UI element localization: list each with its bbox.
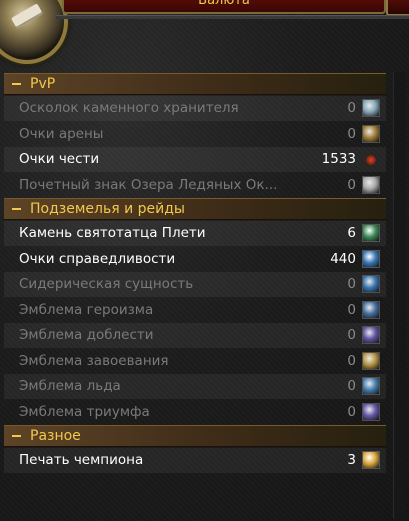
section-label: Разное xyxy=(30,428,81,444)
section-header[interactable]: PvP xyxy=(4,73,386,95)
currency-name: Почетный знак Озера Ледяных Ок... xyxy=(19,176,278,193)
currency-name: Камень святотатца Плети xyxy=(19,225,206,241)
wintergrasp-mark-icon xyxy=(362,175,380,194)
honor-points-icon xyxy=(366,155,376,165)
close-button[interactable] xyxy=(386,0,409,16)
emblem-of-conquest-icon xyxy=(362,351,380,370)
currency-row[interactable]: Печать чемпиона 3 xyxy=(4,448,386,473)
hammer-icon xyxy=(11,3,43,29)
arena-points-icon xyxy=(362,124,380,143)
currency-count: 0 xyxy=(347,352,356,369)
collapse-icon[interactable] xyxy=(12,435,21,437)
window-title: Валюта xyxy=(198,0,250,8)
currency-name: Осколок каменного хранителя xyxy=(19,100,239,116)
currency-name: Печать чемпиона xyxy=(19,452,144,468)
currency-row[interactable]: Эмблема триумфа 0 xyxy=(4,400,386,425)
currency-row[interactable]: Эмблема льда 0 xyxy=(4,374,386,399)
currency-count: 0 xyxy=(347,301,356,318)
defiler-scourgestone-icon xyxy=(362,224,380,242)
currency-name: Эмблема льда xyxy=(19,378,121,394)
currency-name: Эмблема доблести xyxy=(19,327,154,343)
collapse-icon[interactable] xyxy=(12,83,21,85)
currency-row[interactable]: Эмблема героизма 0 xyxy=(4,298,386,323)
currency-count: 0 xyxy=(347,403,356,420)
currency-count: 3 xyxy=(347,452,356,468)
collapse-icon[interactable] xyxy=(12,208,21,210)
section-label: Подземелья и рейды xyxy=(30,201,185,217)
currency-name: Очки арены xyxy=(19,125,104,142)
currency-name: Эмблема героизма xyxy=(19,301,154,318)
currency-count: 0 xyxy=(347,378,356,394)
stone-shard-icon xyxy=(362,99,380,117)
section-label: PvP xyxy=(30,76,56,92)
currency-row[interactable]: Очки чести 1533 xyxy=(4,147,386,172)
currency-count: 0 xyxy=(347,125,356,142)
currency-name: Сидерическая сущность xyxy=(19,276,194,292)
title-bar: Валюта xyxy=(62,0,386,14)
emblem-of-frost-icon xyxy=(362,377,380,395)
currency-name: Очки справедливости xyxy=(19,250,176,267)
currency-row[interactable]: Сидерическая сущность 0 xyxy=(4,272,386,297)
scrollbar[interactable] xyxy=(393,72,406,519)
character-portrait xyxy=(0,0,68,64)
currency-row[interactable]: Камень святотатца Плети 6 xyxy=(4,221,386,246)
emblem-of-heroism-icon xyxy=(362,300,380,319)
currency-row[interactable]: Осколок каменного хранителя 0 xyxy=(4,96,386,121)
currency-count: 0 xyxy=(347,100,356,116)
justice-points-icon xyxy=(362,249,380,268)
currency-window: Валюта PvP Осколок каменного хранителя 0 Оч… xyxy=(0,0,409,521)
currency-list: PvP Осколок каменного хранителя 0 Очки арен… xyxy=(4,73,386,474)
sidereal-essence-icon xyxy=(362,275,380,293)
currency-name: Эмблема завоевания xyxy=(19,352,169,369)
currency-row[interactable]: Эмблема доблести 0 xyxy=(4,323,386,348)
currency-row[interactable]: Почетный знак Озера Ледяных Ок... 0 xyxy=(4,173,386,198)
emblem-of-valor-icon xyxy=(362,326,380,344)
divider xyxy=(56,15,409,19)
section-header[interactable]: Разное xyxy=(4,425,386,447)
currency-count: 1533 xyxy=(321,151,356,167)
emblem-of-triumph-icon xyxy=(362,402,380,421)
currency-count: 0 xyxy=(347,276,356,292)
currency-row[interactable]: Очки справедливости 440 xyxy=(4,247,386,272)
champions-seal-icon xyxy=(362,451,380,469)
currency-count: 0 xyxy=(347,327,356,343)
currency-row[interactable]: Эмблема завоевания 0 xyxy=(4,349,386,374)
currency-count: 440 xyxy=(330,250,356,267)
currency-row[interactable]: Очки арены 0 xyxy=(4,122,386,147)
currency-name: Эмблема триумфа xyxy=(19,403,150,420)
currency-name: Очки чести xyxy=(19,151,100,167)
currency-count: 0 xyxy=(347,176,356,193)
currency-count: 6 xyxy=(347,225,356,241)
section-header[interactable]: Подземелья и рейды xyxy=(4,198,386,220)
